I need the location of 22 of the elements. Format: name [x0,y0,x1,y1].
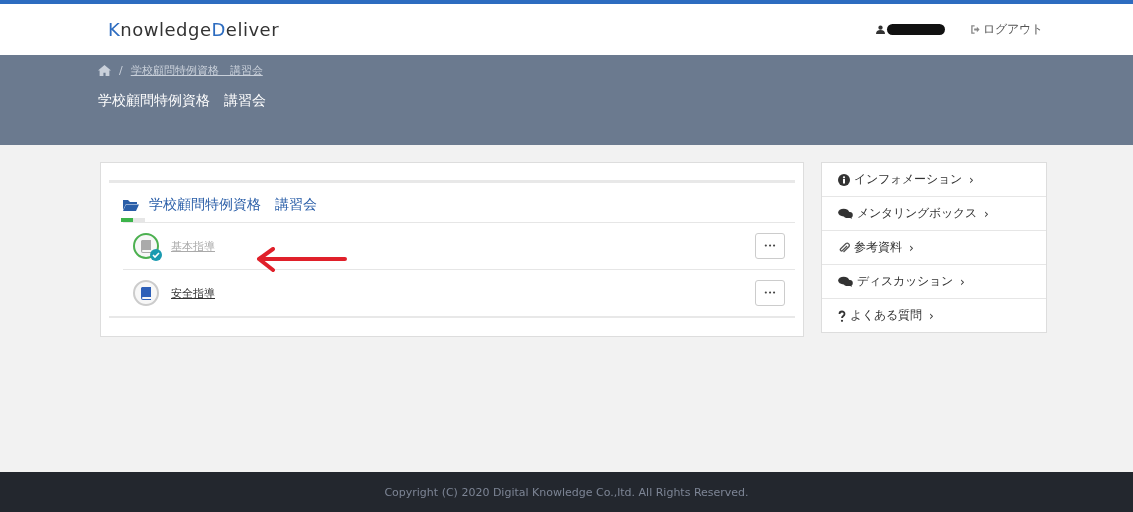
sidebar-item[interactable]: よくある質問 › [822,298,1046,332]
breadcrumb-separator: / [119,64,123,77]
redacted-name [887,24,945,35]
lesson-link[interactable]: 安全指導 [171,285,755,301]
course-title[interactable]: 学校顧問特例資格 講習会 [149,196,317,214]
chat-icon [838,208,853,219]
logout-icon [971,25,980,34]
logo[interactable]: KnowledgeDeliver [108,19,280,40]
question-icon [838,309,846,322]
page-title: 学校顧問特例資格 講習会 [98,92,267,110]
home-icon[interactable] [98,65,111,76]
copyright-text: Copyright (C) 2020 Digital Knowledge Co.,ltd. All Rights Reserved. [384,485,749,499]
sidebar-item[interactable]: 参考資料 › [822,230,1046,264]
paperclip-icon [838,241,850,254]
chat-icon [838,276,853,287]
sidebar-item[interactable]: ディスカッション › [822,264,1046,298]
folder-icon [123,199,139,211]
sidebar-item[interactable]: メンタリングボックス › [822,196,1046,230]
user-icon [876,25,885,34]
info-icon [838,173,850,186]
sidebar-item[interactable]: インフォメーション › [822,163,1046,196]
logout-link[interactable]: ログアウト [971,21,1043,38]
